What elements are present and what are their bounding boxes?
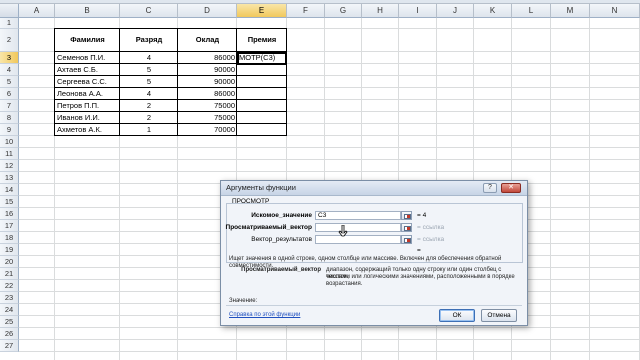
row-header-2[interactable]: 2 (0, 29, 19, 52)
row-header-12[interactable]: 12 (0, 160, 19, 172)
column-header-g[interactable]: G (325, 4, 362, 18)
row-header-25[interactable]: 25 (0, 316, 19, 328)
help-link[interactable]: Справка по этой функции (229, 312, 300, 318)
table-header-cell[interactable]: Премия (237, 34, 287, 46)
arg-label-result-vector: Вектор_результатов (251, 236, 312, 243)
row-header-15[interactable]: 15 (0, 196, 19, 208)
arg-label-lookup-vector: Просматриваемый_вектор (225, 224, 312, 231)
row-header-26[interactable]: 26 (0, 328, 19, 340)
row-header-11[interactable]: 11 (0, 148, 19, 160)
row-header-8[interactable]: 8 (0, 112, 19, 124)
gridline-horizontal (19, 147, 640, 148)
gridline-horizontal (19, 351, 640, 352)
arg-field-result-vector[interactable] (315, 235, 401, 244)
collapse-dialog-icon[interactable] (401, 235, 412, 244)
gridline-horizontal (19, 171, 640, 172)
column-header-m[interactable]: M (551, 4, 590, 18)
row-header-18[interactable]: 18 (0, 232, 19, 244)
row-header-22[interactable]: 22 (0, 280, 19, 292)
row-header-9[interactable]: 9 (0, 124, 19, 136)
row-header-16[interactable]: 16 (0, 208, 19, 220)
gridline-vertical (589, 18, 590, 360)
column-header-n[interactable]: N (590, 4, 640, 18)
table-border (54, 123, 287, 124)
column-header-k[interactable]: K (474, 4, 512, 18)
collapse-dialog-icon[interactable] (401, 211, 412, 220)
arg-field-lookup-value[interactable]: C3 (315, 211, 401, 220)
value-label: Значение: (229, 298, 258, 304)
gridline-horizontal (19, 339, 640, 340)
table-border (177, 28, 178, 136)
formula-result-equals: = (417, 247, 421, 254)
column-header-i[interactable]: I (399, 4, 437, 18)
row-header-14[interactable]: 14 (0, 184, 19, 196)
row-header-23[interactable]: 23 (0, 292, 19, 304)
close-icon[interactable]: ✕ (501, 183, 521, 193)
row-header-4[interactable]: 4 (0, 64, 19, 76)
arg-help-text-3: возрастания. (326, 281, 363, 287)
row-header-27[interactable]: 27 (0, 340, 19, 352)
row-header-6[interactable]: 6 (0, 88, 19, 100)
active-cell-border (237, 52, 287, 65)
row-header-17[interactable]: 17 (0, 220, 19, 232)
select-all-corner[interactable] (0, 4, 19, 18)
cancel-button[interactable]: Отмена (481, 309, 517, 322)
gridline-horizontal (19, 159, 640, 160)
help-icon[interactable]: ? (483, 183, 497, 193)
row-header-7[interactable]: 7 (0, 100, 19, 112)
row-header-20[interactable]: 20 (0, 256, 19, 268)
gridline-vertical (550, 18, 551, 360)
table-border (54, 28, 55, 136)
table-border (54, 111, 287, 112)
column-header-d[interactable]: D (178, 4, 237, 18)
dialog-title: Аргументы функции (226, 183, 296, 192)
row-header-19[interactable]: 19 (0, 244, 19, 256)
arg-result-lookup-vector: = ссылка (417, 224, 445, 231)
table-border (54, 87, 287, 88)
arg-label-lookup-value: Искомое_значение (251, 212, 312, 219)
row-header-21[interactable]: 21 (0, 268, 19, 280)
column-header-b[interactable]: B (55, 4, 120, 18)
collapse-dialog-icon[interactable] (401, 223, 412, 232)
arg-help-text-2: числами или логическими значениями, расп… (326, 274, 515, 280)
table-border (286, 28, 287, 136)
arg-result-lookup-value: = 4 (417, 212, 427, 219)
column-header-h[interactable]: H (362, 4, 399, 18)
column-header-l[interactable]: L (512, 4, 551, 18)
row-header-3[interactable]: 3 (0, 52, 19, 64)
arg-result-result-vector: = ссылка (417, 236, 445, 243)
dialog-separator (226, 305, 522, 306)
table-border (119, 28, 120, 136)
row-header-24[interactable]: 24 (0, 304, 19, 316)
arg-field-lookup-vector[interactable] (315, 223, 401, 232)
table-header-cell[interactable]: Оклад (178, 34, 237, 46)
column-header-e[interactable]: E (237, 4, 287, 18)
column-header-j[interactable]: J (437, 4, 474, 18)
table-header-cell[interactable]: Фамилия (55, 34, 120, 46)
table-border (54, 135, 287, 136)
column-header-c[interactable]: C (120, 4, 178, 18)
table-border (54, 75, 287, 76)
gridline-horizontal (19, 327, 640, 328)
table-border (54, 99, 287, 100)
table-header-cell[interactable]: Разряд (120, 34, 178, 46)
function-arguments-dialog: Аргументы функции ? ✕ ПРОСМОТР Искомое_з… (220, 180, 528, 326)
row-header-10[interactable]: 10 (0, 136, 19, 148)
column-header-f[interactable]: F (287, 4, 325, 18)
arg-help-label: Просматриваемый_вектор (241, 267, 321, 273)
dialog-titlebar[interactable]: Аргументы функции ? ✕ (221, 181, 527, 196)
ok-button[interactable]: ОК (439, 309, 475, 322)
table-border (54, 28, 287, 29)
table-border (236, 28, 237, 136)
row-header-13[interactable]: 13 (0, 172, 19, 184)
column-header-a[interactable]: A (19, 4, 55, 18)
row-header-5[interactable]: 5 (0, 76, 19, 88)
row-header-1[interactable]: 1 (0, 18, 19, 29)
